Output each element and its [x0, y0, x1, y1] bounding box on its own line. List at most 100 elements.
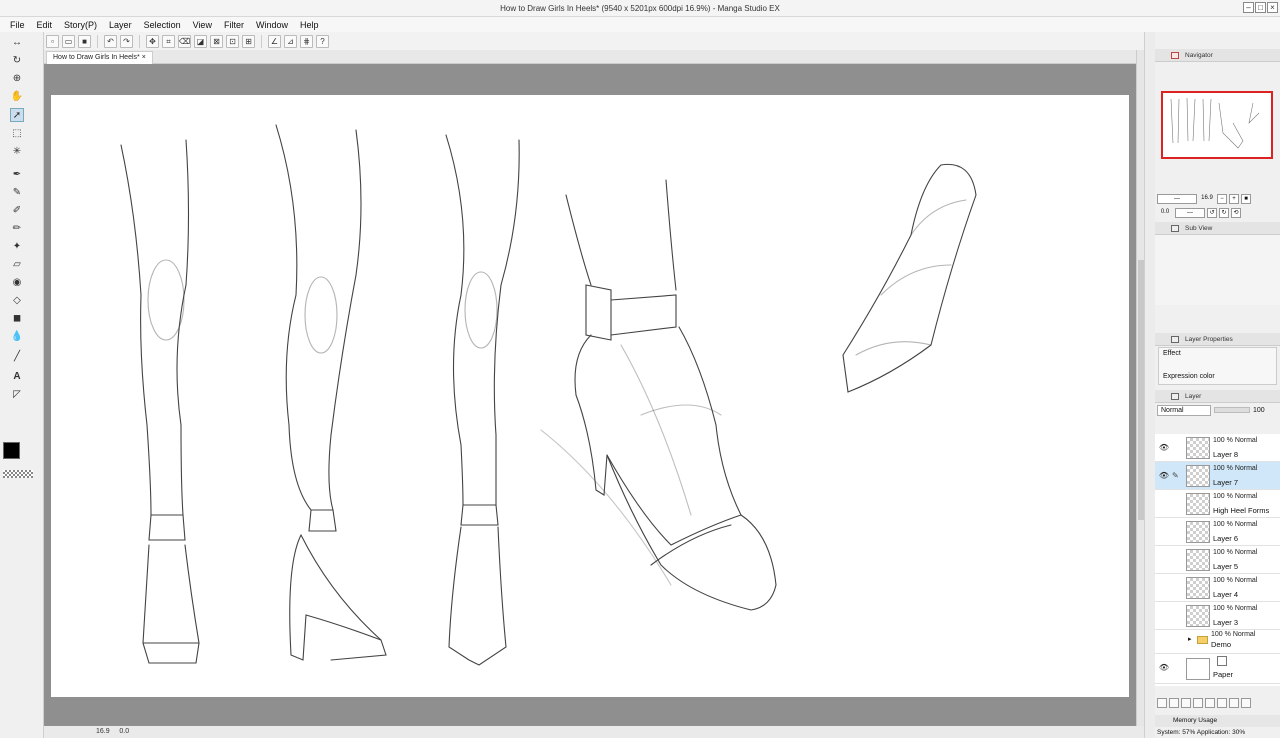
rotate-icon[interactable]: ↻	[10, 54, 24, 68]
memory-usage-header[interactable]: Memory Usage	[1155, 715, 1280, 727]
snap-ruler-icon[interactable]: ∠	[268, 34, 281, 48]
menu-selection[interactable]: Selection	[138, 20, 187, 30]
fill-icon[interactable]: ◪	[194, 34, 207, 48]
crop-icon[interactable]: ⌗	[162, 34, 175, 48]
pen-icon[interactable]: ✒	[10, 168, 24, 182]
zoom-out-icon[interactable]: −	[1217, 194, 1227, 204]
canvas-area[interactable]	[44, 64, 1136, 726]
layer-row[interactable]: 👁 100 % Normal Layer 8	[1155, 434, 1280, 462]
move-icon[interactable]: ↔	[10, 36, 24, 50]
eraser-soft-icon[interactable]: ◇	[10, 294, 24, 308]
hand-icon[interactable]: ✋	[10, 90, 24, 104]
rotate-right-icon[interactable]: ↻	[1219, 208, 1229, 218]
maximize-button[interactable]: □	[1255, 2, 1266, 13]
menu-help[interactable]: Help	[294, 20, 325, 30]
opacity-value[interactable]: 100	[1253, 407, 1265, 414]
balloon-icon[interactable]: ◸	[10, 388, 24, 402]
subview-area[interactable]	[1155, 235, 1280, 305]
ruler-icon[interactable]	[1229, 698, 1239, 708]
show-selection-icon[interactable]: ⊞	[242, 34, 255, 48]
marquee-icon[interactable]: ⬚	[10, 127, 24, 141]
close-button[interactable]: ×	[1267, 2, 1278, 13]
object-select-icon[interactable]: ➚	[10, 108, 24, 122]
folder-icon	[1197, 636, 1208, 644]
eraser-icon[interactable]: ▱	[10, 258, 24, 272]
new-folder-icon[interactable]	[1181, 698, 1191, 708]
blend-mode-select[interactable]: Normal	[1157, 404, 1211, 416]
menu-window[interactable]: Window	[250, 20, 294, 30]
layer-row[interactable]: 100 % Normal Layer 5	[1155, 546, 1280, 574]
subview-header[interactable]: Sub View	[1155, 222, 1280, 235]
layer-properties-header[interactable]: Layer Properties	[1155, 333, 1280, 346]
delete-layer-icon[interactable]	[1241, 698, 1251, 708]
open-file-icon[interactable]: ▭	[62, 34, 75, 48]
marker-icon[interactable]: ✏	[10, 222, 24, 236]
new-vector-layer-icon[interactable]	[1169, 698, 1179, 708]
redo-icon[interactable]: ↷	[120, 34, 133, 48]
zoom-icon[interactable]: ⊕	[10, 72, 24, 86]
zoom-value[interactable]: 16.9	[96, 728, 110, 735]
invert-selection-icon[interactable]: ⊡	[226, 34, 239, 48]
new-raster-layer-icon[interactable]	[1157, 698, 1167, 708]
eye-icon[interactable]: 👁	[1158, 663, 1170, 673]
navigator-preview[interactable]	[1161, 91, 1273, 159]
help-icon[interactable]: ?	[316, 34, 329, 48]
menu-layer[interactable]: Layer	[103, 20, 138, 30]
menu-view[interactable]: View	[187, 20, 218, 30]
undo-icon[interactable]: ↶	[104, 34, 117, 48]
rotate-left-icon[interactable]: ↺	[1207, 208, 1217, 218]
merge-layer-icon[interactable]	[1193, 698, 1203, 708]
rotation-value[interactable]: 0.0	[119, 728, 129, 735]
transparent-color-swatch[interactable]	[3, 470, 33, 478]
layer-row[interactable]: 100 % Normal Layer 4	[1155, 574, 1280, 602]
paper-layer-row[interactable]: 👁 Paper	[1155, 654, 1280, 684]
clear-icon[interactable]: ⌫	[178, 34, 191, 48]
canvas-paper[interactable]	[51, 95, 1129, 697]
zoom-slider[interactable]: —	[1157, 194, 1197, 204]
snap-special-ruler-icon[interactable]: ⊿	[284, 34, 297, 48]
layer-panel-header[interactable]: Layer	[1155, 390, 1280, 403]
rotate-slider[interactable]: —	[1175, 208, 1205, 218]
canvas-vertical-scrollbar[interactable]	[1136, 50, 1144, 726]
brush-icon[interactable]: ✐	[10, 204, 24, 218]
text-icon[interactable]: A	[10, 370, 24, 384]
blend-icon[interactable]: 💧	[10, 330, 24, 344]
bucket-icon[interactable]: ◉	[10, 276, 24, 290]
opacity-slider[interactable]	[1214, 407, 1250, 413]
copy-layer-icon[interactable]	[1205, 698, 1215, 708]
magic-wand-icon[interactable]: ✳	[10, 145, 24, 159]
mask-icon[interactable]	[1217, 698, 1227, 708]
layer-row[interactable]: 100 % Normal Layer 3	[1155, 602, 1280, 630]
panel-dock-handle[interactable]	[1144, 32, 1155, 738]
deselect-icon[interactable]: ⊠	[210, 34, 223, 48]
pencil-icon[interactable]: ✎	[10, 186, 24, 200]
close-tab-icon[interactable]: ×	[142, 54, 146, 61]
menu-story[interactable]: Story(P)	[58, 20, 103, 30]
line-icon[interactable]: ╱	[10, 350, 24, 364]
menu-edit[interactable]: Edit	[31, 20, 59, 30]
minimize-button[interactable]: –	[1243, 2, 1254, 13]
layer-row-selected[interactable]: 👁 ✎ 100 % Normal Layer 7	[1155, 462, 1280, 490]
reset-rotation-icon[interactable]: ⟲	[1231, 208, 1241, 218]
menu-filter[interactable]: Filter	[218, 20, 250, 30]
document-tab[interactable]: How to Draw Girls In Heels* ×	[46, 51, 153, 64]
layer-name: Layer 6	[1213, 534, 1239, 543]
save-icon[interactable]: ■	[78, 34, 91, 48]
transform-icon[interactable]: ✥	[146, 34, 159, 48]
gradient-icon[interactable]: ◼	[10, 312, 24, 326]
navigator-header[interactable]: Navigator	[1155, 49, 1280, 62]
layer-row[interactable]: 100 % Normal High Heel Forms	[1155, 490, 1280, 518]
expand-arrow-icon[interactable]: ▸	[1188, 635, 1192, 643]
zoom-in-icon[interactable]: +	[1229, 194, 1239, 204]
eye-icon[interactable]: 👁	[1158, 471, 1170, 481]
layer-folder-row[interactable]: ▸ 100 % Normal Demo	[1155, 630, 1280, 654]
decoration-icon[interactable]: ✦	[10, 240, 24, 254]
new-file-icon[interactable]: ▫	[46, 34, 59, 48]
layer-thumbnail	[1186, 437, 1210, 459]
snap-grid-icon[interactable]: ⋕	[300, 34, 313, 48]
menu-file[interactable]: File	[4, 20, 31, 30]
layer-row[interactable]: 100 % Normal Layer 6	[1155, 518, 1280, 546]
fit-icon[interactable]: ■	[1241, 194, 1251, 204]
eye-icon[interactable]: 👁	[1158, 443, 1170, 453]
main-color-swatch[interactable]	[3, 442, 20, 459]
